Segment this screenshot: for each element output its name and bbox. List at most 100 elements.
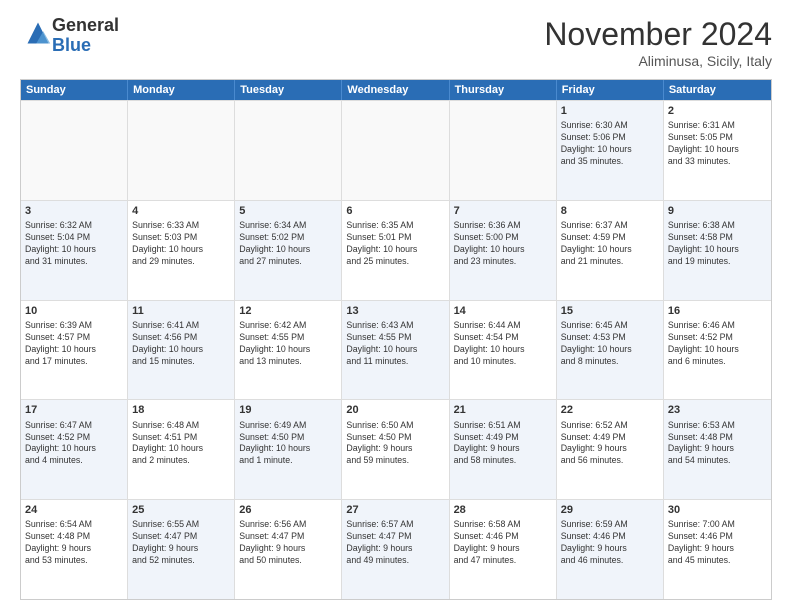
day-cell-30: 30 Sunrise: 7:00 AMSunset: 4:46 PMDayligh…	[664, 500, 771, 599]
day-info: Sunrise: 6:50 AMSunset: 4:50 PMDaylight:…	[346, 420, 444, 468]
empty-cell-0-3	[342, 101, 449, 200]
day-number: 18	[132, 403, 230, 417]
day-cell-15: 15 Sunrise: 6:45 AMSunset: 4:53 PMDayligh…	[557, 301, 664, 400]
day-info: Sunrise: 6:34 AMSunset: 5:02 PMDaylight:…	[239, 220, 337, 268]
day-info: Sunrise: 6:53 AMSunset: 4:48 PMDaylight:…	[668, 420, 767, 468]
day-cell-16: 16 Sunrise: 6:46 AMSunset: 4:52 PMDayligh…	[664, 301, 771, 400]
day-cell-26: 26 Sunrise: 6:56 AMSunset: 4:47 PMDayligh…	[235, 500, 342, 599]
day-info: Sunrise: 6:49 AMSunset: 4:50 PMDaylight:…	[239, 420, 337, 468]
day-info: Sunrise: 6:35 AMSunset: 5:01 PMDaylight:…	[346, 220, 444, 268]
day-cell-24: 24Sunrise: 6:54 AMSunset: 4:48 PMDayligh…	[21, 500, 128, 599]
day-number: 17	[25, 403, 123, 417]
day-cell-6: 6 Sunrise: 6:35 AMSunset: 5:01 PMDaylight…	[342, 201, 449, 300]
day-number: 7	[454, 204, 552, 218]
day-number: 19	[239, 403, 337, 417]
logo-blue: Blue	[52, 35, 91, 55]
day-cell-18: 18 Sunrise: 6:48 AMSunset: 4:51 PMDayligh…	[128, 400, 235, 499]
day-info: Sunrise: 6:54 AMSunset: 4:48 PMDaylight:…	[25, 519, 123, 567]
empty-cell-0-4	[450, 101, 557, 200]
day-number: 25	[132, 503, 230, 517]
day-number: 5	[239, 204, 337, 218]
day-cell-17: 17 Sunrise: 6:47 AMSunset: 4:52 PMDayligh…	[21, 400, 128, 499]
day-info: Sunrise: 6:47 AMSunset: 4:52 PMDaylight:…	[25, 420, 123, 468]
logo-general: General	[52, 15, 119, 35]
day-cell-2: 2Sunrise: 6:31 AMSunset: 5:05 PMDaylight…	[664, 101, 771, 200]
day-number: 1	[561, 104, 659, 118]
day-cell-22: 22Sunrise: 6:52 AMSunset: 4:49 PMDayligh…	[557, 400, 664, 499]
day-number: 23	[668, 403, 767, 417]
day-header-monday: Monday	[128, 80, 235, 100]
day-number: 13	[346, 304, 444, 318]
day-info: Sunrise: 6:44 AMSunset: 4:54 PMDaylight:…	[454, 320, 552, 368]
logo-icon	[24, 19, 52, 47]
day-info: Sunrise: 6:33 AMSunset: 5:03 PMDaylight:…	[132, 220, 230, 268]
day-cell-10: 10 Sunrise: 6:39 AMSunset: 4:57 PMDayligh…	[21, 301, 128, 400]
calendar-header: SundayMondayTuesdayWednesdayThursdayFrid…	[21, 80, 771, 100]
day-number: 15	[561, 304, 659, 318]
day-cell-12: 12Sunrise: 6:42 AMSunset: 4:55 PMDayligh…	[235, 301, 342, 400]
day-cell-4: 4 Sunrise: 6:33 AMSunset: 5:03 PMDaylight…	[128, 201, 235, 300]
day-cell-13: 13Sunrise: 6:43 AMSunset: 4:55 PMDayligh…	[342, 301, 449, 400]
day-info: Sunrise: 6:55 AMSunset: 4:47 PMDaylight:…	[132, 519, 230, 567]
day-number: 11	[132, 304, 230, 318]
day-number: 22	[561, 403, 659, 417]
day-cell-14: 14Sunrise: 6:44 AMSunset: 4:54 PMDayligh…	[450, 301, 557, 400]
day-cell-20: 20 Sunrise: 6:50 AMSunset: 4:50 PMDayligh…	[342, 400, 449, 499]
day-number: 21	[454, 403, 552, 417]
empty-cell-0-2	[235, 101, 342, 200]
day-cell-5: 5 Sunrise: 6:34 AMSunset: 5:02 PMDaylight…	[235, 201, 342, 300]
logo-text: General Blue	[52, 16, 119, 56]
day-number: 29	[561, 503, 659, 517]
day-cell-19: 19 Sunrise: 6:49 AMSunset: 4:50 PMDayligh…	[235, 400, 342, 499]
logo: General Blue	[20, 16, 119, 56]
day-cell-11: 11 Sunrise: 6:41 AMSunset: 4:56 PMDayligh…	[128, 301, 235, 400]
day-info: Sunrise: 6:30 AMSunset: 5:06 PMDaylight:…	[561, 120, 659, 168]
day-info: Sunrise: 6:59 AMSunset: 4:46 PMDaylight:…	[561, 519, 659, 567]
calendar-row-3: 17 Sunrise: 6:47 AMSunset: 4:52 PMDayligh…	[21, 399, 771, 499]
day-info: Sunrise: 6:38 AMSunset: 4:58 PMDaylight:…	[668, 220, 767, 268]
day-header-tuesday: Tuesday	[235, 80, 342, 100]
day-info: Sunrise: 6:46 AMSunset: 4:52 PMDaylight:…	[668, 320, 767, 368]
calendar-row-2: 10 Sunrise: 6:39 AMSunset: 4:57 PMDayligh…	[21, 300, 771, 400]
day-cell-9: 9Sunrise: 6:38 AMSunset: 4:58 PMDaylight…	[664, 201, 771, 300]
day-number: 8	[561, 204, 659, 218]
day-info: Sunrise: 6:48 AMSunset: 4:51 PMDaylight:…	[132, 420, 230, 468]
day-number: 16	[668, 304, 767, 318]
day-header-friday: Friday	[557, 80, 664, 100]
day-number: 10	[25, 304, 123, 318]
day-header-wednesday: Wednesday	[342, 80, 449, 100]
day-cell-1: 1 Sunrise: 6:30 AMSunset: 5:06 PMDaylight…	[557, 101, 664, 200]
day-number: 12	[239, 304, 337, 318]
day-number: 20	[346, 403, 444, 417]
empty-cell-0-1	[128, 101, 235, 200]
day-number: 27	[346, 503, 444, 517]
day-number: 3	[25, 204, 123, 218]
day-info: Sunrise: 6:56 AMSunset: 4:47 PMDaylight:…	[239, 519, 337, 567]
day-cell-29: 29 Sunrise: 6:59 AMSunset: 4:46 PMDayligh…	[557, 500, 664, 599]
header: General Blue November 2024 Aliminusa, Si…	[20, 16, 772, 69]
calendar-row-1: 3Sunrise: 6:32 AMSunset: 5:04 PMDaylight…	[21, 200, 771, 300]
day-info: Sunrise: 6:58 AMSunset: 4:46 PMDaylight:…	[454, 519, 552, 567]
day-number: 6	[346, 204, 444, 218]
day-info: Sunrise: 6:39 AMSunset: 4:57 PMDaylight:…	[25, 320, 123, 368]
day-info: Sunrise: 7:00 AMSunset: 4:46 PMDaylight:…	[668, 519, 767, 567]
day-cell-27: 27Sunrise: 6:57 AMSunset: 4:47 PMDayligh…	[342, 500, 449, 599]
day-header-thursday: Thursday	[450, 80, 557, 100]
calendar-row-4: 24Sunrise: 6:54 AMSunset: 4:48 PMDayligh…	[21, 499, 771, 599]
day-cell-7: 7Sunrise: 6:36 AMSunset: 5:00 PMDaylight…	[450, 201, 557, 300]
day-number: 4	[132, 204, 230, 218]
day-info: Sunrise: 6:37 AMSunset: 4:59 PMDaylight:…	[561, 220, 659, 268]
day-header-saturday: Saturday	[664, 80, 771, 100]
day-cell-8: 8 Sunrise: 6:37 AMSunset: 4:59 PMDaylight…	[557, 201, 664, 300]
day-number: 26	[239, 503, 337, 517]
day-info: Sunrise: 6:51 AMSunset: 4:49 PMDaylight:…	[454, 420, 552, 468]
day-info: Sunrise: 6:41 AMSunset: 4:56 PMDaylight:…	[132, 320, 230, 368]
day-number: 30	[668, 503, 767, 517]
empty-cell-0-0	[21, 101, 128, 200]
calendar: SundayMondayTuesdayWednesdayThursdayFrid…	[20, 79, 772, 600]
day-info: Sunrise: 6:45 AMSunset: 4:53 PMDaylight:…	[561, 320, 659, 368]
day-cell-23: 23 Sunrise: 6:53 AMSunset: 4:48 PMDayligh…	[664, 400, 771, 499]
location: Aliminusa, Sicily, Italy	[544, 53, 772, 69]
day-cell-3: 3Sunrise: 6:32 AMSunset: 5:04 PMDaylight…	[21, 201, 128, 300]
day-info: Sunrise: 6:31 AMSunset: 5:05 PMDaylight:…	[668, 120, 767, 168]
